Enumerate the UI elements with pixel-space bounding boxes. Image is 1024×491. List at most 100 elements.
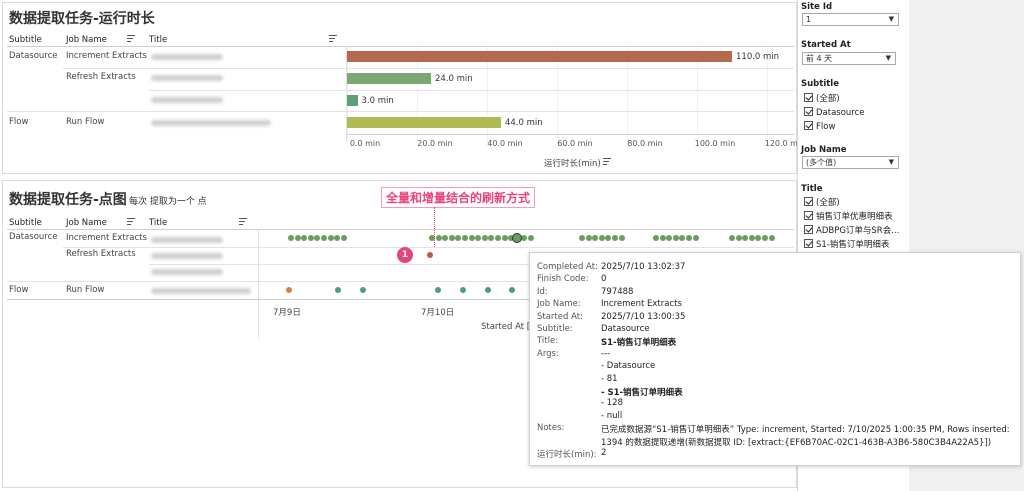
extract-dot[interactable] [307, 235, 314, 241]
extract-dot[interactable] [666, 235, 673, 241]
extract-dot[interactable] [612, 235, 618, 241]
subtitle-option-flow[interactable]: Flow [804, 121, 835, 133]
row-job-name: Run Flow [66, 117, 105, 127]
title-option[interactable]: S1-销售订单明细表 [804, 239, 889, 251]
subtitle-filter-label: Subtitle [801, 79, 839, 89]
extract-dot[interactable] [427, 252, 433, 258]
row-subtitle: Datasource [9, 232, 58, 242]
extract-dot[interactable] [598, 235, 605, 241]
extract-dot[interactable] [768, 235, 775, 241]
title-option[interactable]: 销售订单优惠明细表 [804, 211, 893, 223]
extract-dot[interactable] [659, 235, 666, 241]
extract-dot[interactable] [481, 235, 488, 241]
extract-dot[interactable] [509, 287, 515, 293]
extract-dot[interactable] [462, 235, 468, 241]
bar-value-label: 24.0 min [435, 74, 473, 84]
extract-dot[interactable] [335, 287, 341, 293]
extract-dot[interactable] [762, 235, 768, 241]
extract-dot[interactable] [314, 235, 321, 241]
runtime-panel: 数据提取任务-运行时长 Subtitle Job Name Title Data… [2, 2, 805, 174]
extract-dot[interactable] [334, 235, 341, 241]
extract-dot[interactable] [301, 235, 308, 241]
extract-dot[interactable] [435, 235, 442, 241]
extract-dot[interactable] [321, 235, 327, 241]
extract-dot[interactable] [288, 235, 294, 241]
blurred-title [151, 54, 223, 60]
site-id-dropdown[interactable]: 1 ▼ [802, 13, 899, 26]
started-at-dropdown[interactable]: 前 4 天 ▼ [802, 52, 896, 65]
extract-dot[interactable] [605, 235, 612, 241]
extract-dot[interactable] [742, 235, 749, 241]
site-id-label: Site Id [801, 2, 833, 12]
extract-dot[interactable] [592, 235, 599, 241]
extract-dot[interactable] [672, 235, 679, 241]
col-header-subtitle[interactable]: Subtitle [9, 35, 42, 45]
extract-dot[interactable] [748, 235, 755, 241]
col-header-job-name[interactable]: Job Name [66, 35, 107, 45]
sort-icon[interactable] [127, 35, 135, 42]
extract-dot[interactable] [618, 235, 625, 241]
sort-icon[interactable] [239, 218, 247, 225]
extract-dot[interactable] [653, 235, 659, 241]
extract-dot[interactable] [521, 235, 528, 241]
extract-dot[interactable] [455, 235, 462, 241]
tooltip-key: Started At: [537, 311, 583, 322]
subtitle-option-datasource[interactable]: Datasource [804, 107, 865, 119]
x-tick-label: 40.0 min [487, 139, 523, 148]
title-option[interactable]: (全部) [804, 197, 840, 209]
extract-dot[interactable] [585, 235, 592, 241]
extract-dot[interactable] [475, 235, 482, 241]
x-tick-label: 0.0 min [349, 139, 381, 148]
bar-value-label: 44.0 min [505, 118, 543, 128]
blurred-title [151, 288, 251, 294]
extract-dot[interactable] [692, 235, 699, 241]
extract-dot[interactable] [460, 287, 466, 293]
extract-dot[interactable] [755, 235, 762, 241]
sort-icon[interactable] [127, 218, 135, 225]
extract-dot[interactable] [442, 235, 449, 241]
blurred-title [151, 120, 271, 126]
runtime-bar[interactable] [347, 51, 732, 62]
runtime-bar[interactable] [347, 117, 501, 128]
extract-dot[interactable] [294, 235, 301, 241]
runtime-bar[interactable] [347, 73, 431, 84]
tooltip-value: - Datasource [601, 361, 656, 372]
job-name-dropdown[interactable]: (多个值) ▼ [802, 156, 899, 169]
checkbox-icon [804, 197, 813, 206]
extract-dot[interactable] [360, 287, 366, 293]
extract-dot[interactable] [448, 235, 455, 241]
extract-dot[interactable] [501, 235, 508, 241]
title-option[interactable]: ADBPG订单与SR会... [804, 225, 899, 237]
col-header-job-name[interactable]: Job Name [66, 218, 107, 228]
tooltip-key: 运行时长(min): [537, 450, 597, 460]
annotation-marker: 1 [397, 247, 413, 263]
extract-dot[interactable] [735, 235, 742, 241]
extract-dot[interactable] [340, 235, 347, 241]
extract-dot[interactable] [729, 235, 735, 241]
extract-dot[interactable] [327, 235, 334, 241]
row-job-name: Increment Extracts [66, 233, 147, 243]
tooltip-value: 1394 的数据提取递增(新数据提取 ID: [extract:{EF6B70A… [601, 437, 992, 448]
subtitle-option-all[interactable]: (全部) [804, 93, 840, 105]
sort-icon[interactable] [603, 158, 611, 165]
sort-icon[interactable] [329, 35, 337, 42]
extract-dot[interactable] [435, 287, 441, 293]
extract-dot[interactable] [485, 287, 491, 293]
runtime-bar[interactable] [347, 95, 358, 106]
extract-dot[interactable] [488, 235, 495, 241]
extract-dot[interactable] [495, 235, 501, 241]
extract-dot[interactable] [686, 235, 692, 241]
row-job-name: Refresh Extracts [66, 249, 136, 259]
bar-value-label: 110.0 min [736, 52, 780, 62]
extract-dot[interactable] [286, 287, 292, 293]
extract-dot[interactable] [528, 235, 534, 241]
extract-dot[interactable] [579, 235, 585, 241]
extract-dot[interactable] [468, 235, 475, 241]
tooltip-key: Finish Code: [537, 274, 589, 285]
extract-dot[interactable] [679, 235, 686, 241]
col-header-title[interactable]: Title [149, 35, 167, 45]
col-header-subtitle[interactable]: Subtitle [9, 218, 42, 228]
col-header-title[interactable]: Title [149, 218, 167, 228]
tooltip-key: Completed At: [537, 262, 598, 272]
selected-dot[interactable] [512, 233, 522, 243]
